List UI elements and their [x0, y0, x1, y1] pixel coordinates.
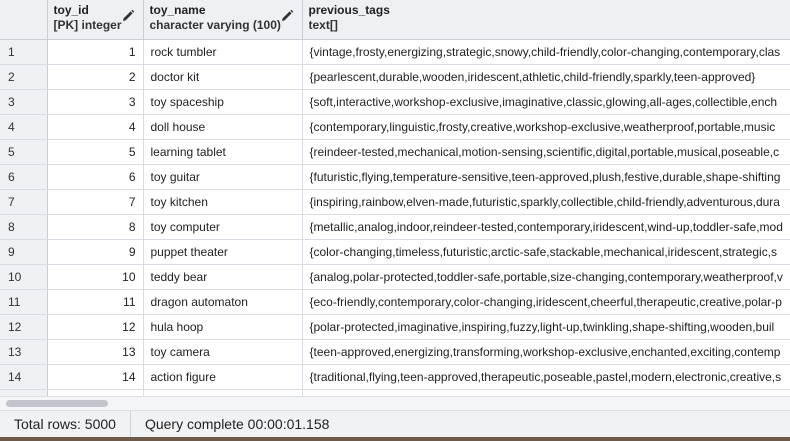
previous-tags-cell[interactable]: {color-changing,timeless,futuristic,arct… — [302, 239, 790, 265]
header-row: toy_id [PK] integer toy_name character v… — [0, 0, 790, 40]
row-number-cell[interactable]: 5 — [0, 139, 48, 165]
toy-id-cell[interactable]: 12 — [47, 314, 144, 340]
previous-tags-cell[interactable]: {contemporary,linguistic,frosty,creative… — [302, 114, 790, 140]
previous-tags-cell[interactable]: {teen-approved,energizing,transforming,w… — [302, 339, 790, 365]
results-body: 1 1 rock tumbler {vintage,frosty,energizing… — [0, 39, 790, 396]
toy-id-cell[interactable]: 8 — [47, 214, 144, 240]
table-row[interactable]: 2 2 doctor kit {pearlescent,durable,wooden,… — [0, 64, 790, 90]
table-row[interactable]: 1 1 rock tumbler {vintage,frosty,energizing… — [0, 39, 790, 65]
row-number-cell[interactable]: 1 — [0, 39, 48, 65]
window-bottom-edge — [0, 437, 790, 441]
toy-name-cell[interactable]: toy camera — [143, 339, 303, 365]
toy-name-cell[interactable]: toy kitchen — [143, 189, 303, 215]
toy-name-cell[interactable]: teddy bear — [143, 264, 303, 290]
table-row[interactable]: 4 4 doll house {contemporary,linguistic,fro… — [0, 114, 790, 140]
toy-id-cell[interactable]: 1 — [47, 39, 144, 65]
previous-tags-cell[interactable]: {metallic,analog,indoor,reindeer-tested,… — [302, 214, 790, 240]
toy-name-cell[interactable]: hula hoop — [143, 314, 303, 340]
toy-id-cell[interactable]: 6 — [47, 164, 144, 190]
toy-id-cell[interactable]: 9 — [47, 239, 144, 265]
table-row[interactable]: 10 10 teddy bear {analog,polar-protected,to… — [0, 264, 790, 290]
previous-tags-cell[interactable]: {analog,polar-protected,toddler-safe,por… — [302, 264, 790, 290]
toy-id-cell[interactable]: 13 — [47, 339, 144, 365]
previous-tags-cell[interactable]: {reindeer-tested,mechanical,motion-sensi… — [302, 139, 790, 165]
row-number-cell[interactable]: 13 — [0, 339, 48, 365]
query-time-label: Query complete 00:00:01.158 — [144, 416, 330, 432]
total-rows-label: Total rows: 5000 — [14, 416, 116, 432]
results-table: toy_id [PK] integer toy_name character v… — [0, 0, 790, 396]
previous-tags-cell[interactable]: {polar-protected,imaginative,inspiring,f… — [302, 314, 790, 340]
toy-name-cell[interactable]: toy guitar — [143, 164, 303, 190]
pencil-icon[interactable] — [280, 9, 294, 23]
table-row[interactable]: 8 8 toy computer {metallic,analog,indoor,re… — [0, 214, 790, 240]
previous-tags-cell[interactable]: {futuristic,flying,temperature-sensitive… — [302, 164, 790, 190]
previous-tags-cell[interactable]: {traditional,flying,teen-approved,therap… — [302, 364, 790, 390]
table-row[interactable]: 12 12 hula hoop {polar-protected,imaginativ… — [0, 314, 790, 340]
column-name: previous_tags — [308, 3, 390, 17]
table-row[interactable]: 3 3 toy spaceship {soft,interactive,worksho… — [0, 89, 790, 115]
toy-name-cell[interactable]: puppet theater — [143, 239, 303, 265]
column-type: character varying (100) — [149, 18, 281, 32]
row-number-cell[interactable]: 14 — [0, 364, 48, 390]
toy-id-cell[interactable]: 11 — [47, 289, 144, 315]
previous-tags-cell[interactable]: {vintage,frosty,energizing,strategic,sno… — [302, 39, 790, 65]
row-number-cell[interactable]: 9 — [0, 239, 48, 265]
row-number-cell[interactable]: 2 — [0, 64, 48, 90]
toy-id-cell[interactable]: 4 — [47, 114, 144, 140]
column-header-toy-name[interactable]: toy_name character varying (100) — [143, 0, 303, 40]
toy-id-cell[interactable]: 2 — [47, 64, 144, 90]
toy-name-cell[interactable]: rock tumbler — [143, 39, 303, 65]
row-number-cell[interactable]: 10 — [0, 264, 48, 290]
row-number-cell[interactable]: 11 — [0, 289, 48, 315]
previous-tags-cell[interactable]: {eco-friendly,contemporary,color-changin… — [302, 289, 790, 315]
toy-id-cell[interactable]: 7 — [47, 189, 144, 215]
previous-tags-cell[interactable]: {inspiring,rainbow,elven-made,futuristic… — [302, 189, 790, 215]
row-number-cell[interactable]: 3 — [0, 89, 48, 115]
toy-name-cell[interactable]: action figure — [143, 364, 303, 390]
toy-name-cell[interactable]: doctor kit — [143, 64, 303, 90]
row-number-header[interactable] — [0, 0, 48, 40]
previous-tags-cell[interactable]: {soft,interactive,workshop-exclusive,ima… — [302, 89, 790, 115]
row-number-cell[interactable]: 4 — [0, 114, 48, 140]
table-row[interactable]: 5 5 learning tablet {reindeer-tested,mechan… — [0, 139, 790, 165]
previous-tags-cell[interactable]: {pearlescent,durable,wooden,iridescent,a… — [302, 64, 790, 90]
toy-name-cell[interactable]: dragon automaton — [143, 289, 303, 315]
row-number-cell[interactable]: 12 — [0, 314, 48, 340]
toy-id-cell[interactable]: 10 — [47, 264, 144, 290]
table-row[interactable]: 9 9 puppet theater {color-changing,timeless… — [0, 239, 790, 265]
row-number-cell[interactable]: 8 — [0, 214, 48, 240]
row-number-cell[interactable]: 6 — [0, 164, 48, 190]
column-name: toy_name — [149, 3, 206, 17]
table-row[interactable]: 7 7 toy kitchen {inspiring,rainbow,elven-ma… — [0, 189, 790, 215]
toy-id-cell[interactable]: 3 — [47, 89, 144, 115]
row-number-cell[interactable]: 7 — [0, 189, 48, 215]
results-grid: toy_id [PK] integer toy_name character v… — [0, 0, 790, 396]
status-bar: Total rows: 5000 Query complete 00:00:01… — [0, 410, 790, 438]
pencil-icon[interactable] — [121, 9, 135, 23]
toy-name-cell[interactable]: toy computer — [143, 214, 303, 240]
table-row[interactable]: 13 13 toy camera {teen-approved,energizing,… — [0, 339, 790, 365]
column-header-toy-id[interactable]: toy_id [PK] integer — [47, 0, 144, 40]
horizontal-scrollbar[interactable] — [0, 396, 790, 411]
table-row[interactable]: 11 11 dragon automaton {eco-friendly,contem… — [0, 289, 790, 315]
toy-id-cell[interactable]: 5 — [47, 139, 144, 165]
toy-id-cell[interactable]: 14 — [47, 364, 144, 390]
scrollbar-thumb[interactable] — [6, 400, 108, 407]
table-row[interactable]: 14 14 action figure {traditional,flying,tee… — [0, 364, 790, 390]
column-type: text[] — [308, 18, 338, 32]
column-header-previous-tags[interactable]: previous_tags text[] — [302, 0, 790, 40]
toy-name-cell[interactable]: toy spaceship — [143, 89, 303, 115]
toy-name-cell[interactable]: doll house — [143, 114, 303, 140]
toy-name-cell[interactable]: learning tablet — [143, 139, 303, 165]
table-row[interactable]: 6 6 toy guitar {futuristic,flying,temperatu… — [0, 164, 790, 190]
